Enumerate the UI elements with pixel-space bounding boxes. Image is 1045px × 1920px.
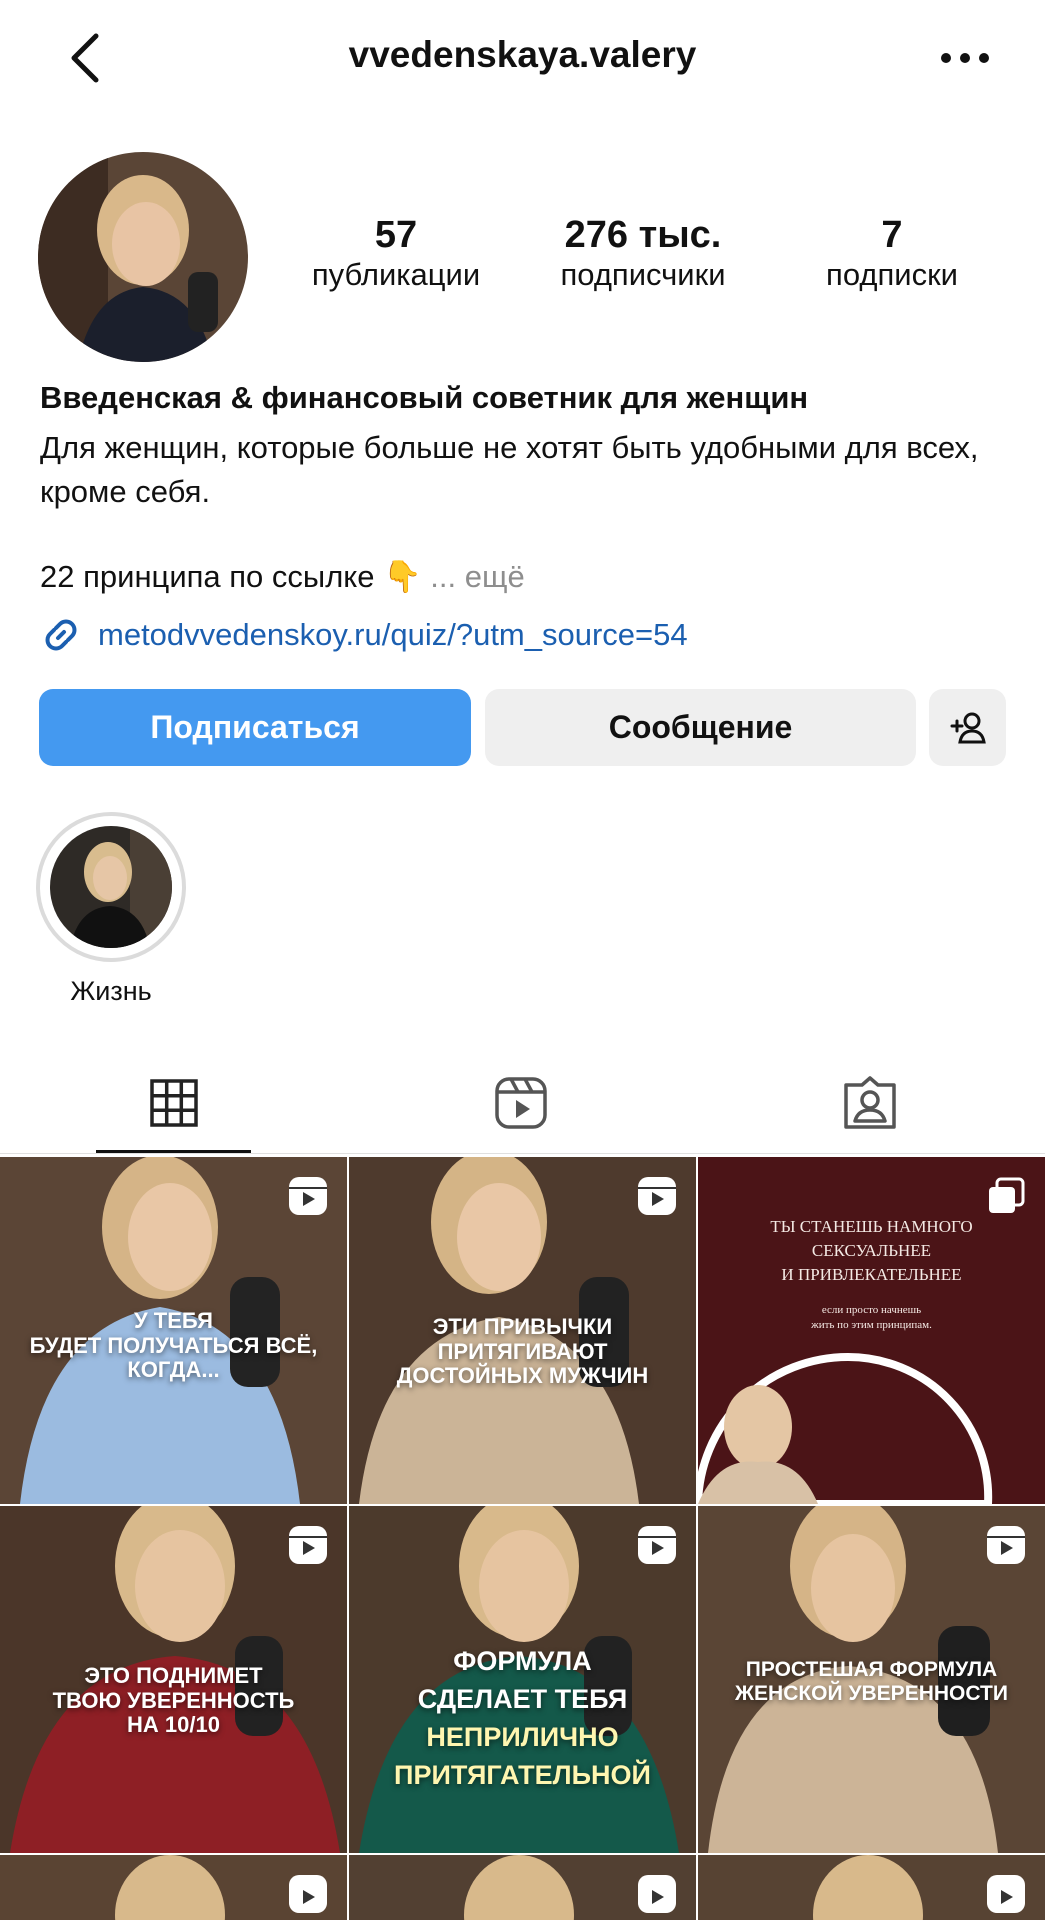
grid-post-5[interactable]: ФОРМУЛА СДЕЛАЕТ ТЕБЯ НЕПРИЛИЧНО ПРИТЯГАТЕЛ… — [349, 1506, 696, 1853]
follow-button[interactable]: Подписаться — [39, 689, 471, 766]
profile-avatar[interactable] — [38, 152, 248, 362]
grid-post-6[interactable]: ПРОСТЕШАЯ ФОРМУЛА ЖЕНСКОЙ УВЕРЕННОСТИ — [698, 1506, 1045, 1853]
reel-badge-icon — [987, 1875, 1025, 1913]
reel-badge-icon — [638, 1875, 676, 1913]
profile-username: vvedenskaya.valery — [348, 34, 697, 75]
stat-followers[interactable]: 276 тыс. подписчики — [523, 214, 763, 294]
reel-badge-icon — [289, 1875, 327, 1913]
grid-post-8[interactable] — [349, 1855, 696, 1920]
tagged-icon[interactable] — [840, 1073, 900, 1133]
grid-post-7[interactable] — [0, 1855, 347, 1920]
stat-following-value: 7 — [881, 214, 903, 256]
highlight-label: Жизнь — [70, 976, 152, 1006]
reel-badge-icon — [987, 1526, 1025, 1564]
stat-posts-value: 57 — [374, 214, 418, 256]
reel-badge-icon — [289, 1526, 327, 1564]
post-caption: ЭТО ПОДНИМЕТ ТВОЮ УВЕРЕННОСТЬ НА 10/10 — [52, 1663, 295, 1738]
post-subtitle: если просто начнешь жить по этим принципа… — [811, 1304, 932, 1331]
post-caption: ПРОСТЕШАЯ ФОРМУЛА ЖЕНСКОЙ УВЕРЕННОСТИ — [735, 1658, 1008, 1705]
profile-bio-line: 22 принципа по ссылке 👇 ... ещё — [40, 558, 525, 595]
more-horizontal-icon[interactable] — [940, 52, 990, 64]
grid-divider — [696, 1157, 698, 1920]
grid-divider — [347, 1157, 349, 1920]
link-icon — [45, 619, 77, 651]
grid-post-9[interactable] — [698, 1855, 1045, 1920]
grid-icon[interactable] — [144, 1073, 204, 1133]
stat-posts-label: публикации — [311, 257, 481, 292]
post-caption: ЭТИ ПРИВЫЧКИ ПРИТЯГИВАЮТ ДОСТОЙНЫХ МУЖЧИН — [396, 1314, 649, 1389]
message-button[interactable]: Сообщение — [485, 689, 916, 766]
reel-badge-icon — [289, 1177, 327, 1215]
grid-post-3[interactable]: ТЫ СТАНЕШЬ НАМНОГО СЕКСУАЛЬНЕЕ И ПРИВЛЕКАТ… — [698, 1157, 1045, 1504]
stat-following-label: подписки — [826, 257, 958, 292]
suggest-users-button[interactable] — [929, 689, 1006, 766]
profile-full-name: Введенская & финансовый советник для жен… — [40, 380, 809, 415]
stat-following[interactable]: 7 подписки — [772, 214, 1012, 294]
profile-link[interactable]: metodvvedenskoy.ru/quiz/?utm_source=54 — [40, 614, 688, 656]
grid-post-1[interactable]: У ТЕБЯ БУДЕТ ПОЛУЧАТЬСЯ ВСЁ, КОГДА... — [0, 1157, 347, 1504]
reel-badge-icon — [638, 1177, 676, 1215]
profile-link-text: metodvvedenskoy.ru/quiz/?utm_source=54 — [98, 617, 688, 652]
tabs-divider — [0, 1153, 1045, 1154]
reel-badge-icon — [638, 1526, 676, 1564]
profile-bio: Для женщин, которые больше не хотят быть… — [40, 430, 979, 509]
post-caption: ФОРМУЛА СДЕЛАЕТ ТЕБЯ НЕПРИЛИЧНО ПРИТЯГАТЕЛ… — [394, 1646, 651, 1790]
post-title: ТЫ СТАНЕШЬ НАМНОГО СЕКСУАЛЬНЕЕ И ПРИВЛЕКАТ… — [770, 1217, 973, 1284]
bio-text-principles: 22 принципа по ссылке 👇 — [40, 559, 422, 594]
stat-followers-value: 276 тыс. — [564, 214, 722, 256]
add-person-icon — [950, 712, 986, 743]
highlight-cover[interactable] — [50, 826, 172, 948]
stat-posts[interactable]: 57 публикации — [276, 214, 516, 294]
carousel-icon — [989, 1177, 1025, 1213]
reels-icon[interactable] — [491, 1073, 551, 1133]
bio-more-link[interactable]: ... ещё — [430, 559, 524, 594]
grid-post-4[interactable]: ЭТО ПОДНИМЕТ ТВОЮ УВЕРЕННОСТЬ НА 10/10 — [0, 1506, 347, 1853]
grid-divider — [0, 1504, 1045, 1506]
grid-post-2[interactable]: ЭТИ ПРИВЫЧКИ ПРИТЯГИВАЮТ ДОСТОЙНЫХ МУЖЧИН — [349, 1157, 696, 1504]
post-caption: У ТЕБЯ БУДЕТ ПОЛУЧАТЬСЯ ВСЁ, КОГДА... — [29, 1308, 318, 1383]
stat-followers-label: подписчики — [560, 257, 726, 292]
grid-divider — [0, 1853, 1045, 1855]
